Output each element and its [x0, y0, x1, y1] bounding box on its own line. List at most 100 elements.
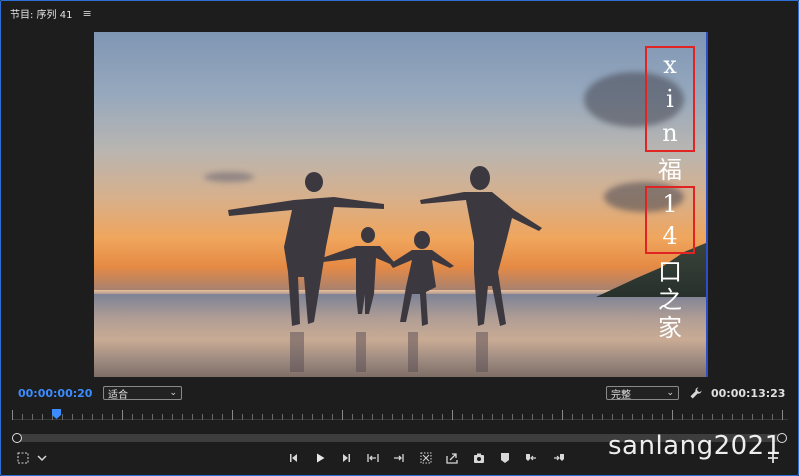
ruler-tick	[462, 414, 463, 420]
safe-margins-icon[interactable]	[14, 449, 32, 467]
ruler-tick	[332, 414, 333, 420]
wrench-icon[interactable]	[689, 386, 703, 400]
ruler-tick	[262, 414, 263, 420]
ruler-tick	[692, 414, 693, 420]
ruler-tick	[272, 414, 273, 420]
ruler-tick	[242, 414, 243, 420]
camera-icon[interactable]	[470, 449, 488, 467]
step-back-icon[interactable]	[285, 449, 303, 467]
insert-icon[interactable]	[417, 449, 435, 467]
duration-timecode: 00:00:13:23	[711, 387, 786, 400]
export-frame-icon[interactable]	[443, 449, 461, 467]
watermark-char: 福	[658, 156, 682, 184]
current-timecode[interactable]: 00:00:00:20	[18, 387, 92, 400]
ruler-tick	[422, 414, 423, 420]
ruler-tick	[232, 410, 233, 420]
watermark-box-mid: 1 4	[645, 186, 695, 254]
ruler-tick	[552, 414, 553, 420]
ruler-tick	[202, 414, 203, 420]
ruler-tick	[512, 414, 513, 420]
ruler-tick	[682, 414, 683, 420]
ruler-tick	[532, 414, 533, 420]
ruler-tick	[432, 414, 433, 420]
play-icon[interactable]	[311, 449, 329, 467]
ruler-tick	[292, 414, 293, 420]
chevron-down-icon: ⌄	[666, 388, 674, 398]
ruler-tick	[412, 414, 413, 420]
chevron-down-icon: ⌄	[169, 388, 177, 398]
ruler-tick	[42, 414, 43, 420]
ruler-tick	[572, 414, 573, 420]
ruler-tick	[302, 414, 303, 420]
extract-icon[interactable]	[550, 449, 568, 467]
ruler-tick	[22, 414, 23, 420]
fit-select[interactable]: 适合 ⌄	[103, 386, 182, 401]
ruler-tick	[312, 414, 313, 420]
ruler-tick	[122, 410, 123, 420]
ruler-tick	[612, 414, 613, 420]
go-to-in-icon[interactable]	[364, 449, 382, 467]
ruler-tick	[442, 414, 443, 420]
ruler-tick	[182, 414, 183, 420]
hamburger-icon[interactable]: ≡	[82, 7, 91, 20]
watermark-char: 之	[658, 286, 682, 314]
lift-icon[interactable]	[522, 449, 540, 467]
marker-icon[interactable]	[496, 449, 514, 467]
ruler-tick	[752, 414, 753, 420]
ruler-tick	[282, 414, 283, 420]
family-silhouette	[228, 166, 542, 372]
ruler-tick	[702, 414, 703, 420]
ruler-tick	[642, 414, 643, 420]
watermark: x i n 福 1 4 口 之 家	[642, 44, 698, 342]
watermark-char: n	[662, 119, 678, 147]
monitor-controls: 00:00:00:20 适合 ⌄ 完整 ⌄ 00:00:13:23	[0, 384, 799, 402]
ruler-tick	[372, 414, 373, 420]
panel-title[interactable]: 节目: 序列 41	[10, 6, 72, 21]
resolution-select-value: 完整	[611, 389, 631, 401]
video-frame[interactable]: x i n 福 1 4 口 之 家	[94, 32, 708, 377]
ruler-tick	[732, 414, 733, 420]
ruler-tick	[352, 414, 353, 420]
watermark-char: i	[666, 85, 674, 113]
playback-resolution-select[interactable]: 完整 ⌄	[606, 386, 679, 401]
fit-select-value: 适合	[108, 389, 128, 401]
ruler-tick	[722, 414, 723, 420]
ruler-tick	[602, 414, 603, 420]
watermark-char: 1	[662, 190, 678, 218]
ruler-tick	[562, 410, 563, 420]
ruler-tick	[772, 414, 773, 420]
ruler-tick	[492, 414, 493, 420]
panel-header: 节目: 序列 41 ≡	[10, 5, 92, 21]
time-ruler[interactable]	[12, 410, 788, 422]
ruler-tick	[362, 414, 363, 420]
ruler-tick	[592, 414, 593, 420]
ruler-tick	[192, 414, 193, 420]
ruler-tick	[452, 410, 453, 420]
ruler-tick	[62, 414, 63, 420]
ruler-tick	[102, 414, 103, 420]
ruler-tick	[472, 414, 473, 420]
step-forward-icon[interactable]	[337, 449, 355, 467]
watermark-char: 口	[658, 258, 682, 286]
watermark-box-top: x i n	[645, 46, 695, 152]
watermark-char: x	[663, 51, 677, 79]
go-to-out-icon[interactable]	[390, 449, 408, 467]
ruler-tick	[632, 414, 633, 420]
ruler-tick	[252, 414, 253, 420]
chevron-down-icon[interactable]	[33, 449, 51, 467]
zoom-handle-left[interactable]	[12, 433, 22, 443]
ruler-tick	[392, 414, 393, 420]
ruler-tick	[502, 414, 503, 420]
ruler-tick	[742, 414, 743, 420]
ruler-tick	[342, 410, 343, 420]
ruler-tick	[542, 414, 543, 420]
ruler-tick	[762, 414, 763, 420]
watermark-char: 家	[658, 314, 682, 342]
ruler-tick	[112, 414, 113, 420]
ruler-tick	[382, 414, 383, 420]
ruler-tick	[782, 410, 783, 420]
ruler-tick	[132, 414, 133, 420]
ruler-tick	[712, 414, 713, 420]
ruler-tick	[92, 414, 93, 420]
ruler-tick	[12, 410, 13, 420]
